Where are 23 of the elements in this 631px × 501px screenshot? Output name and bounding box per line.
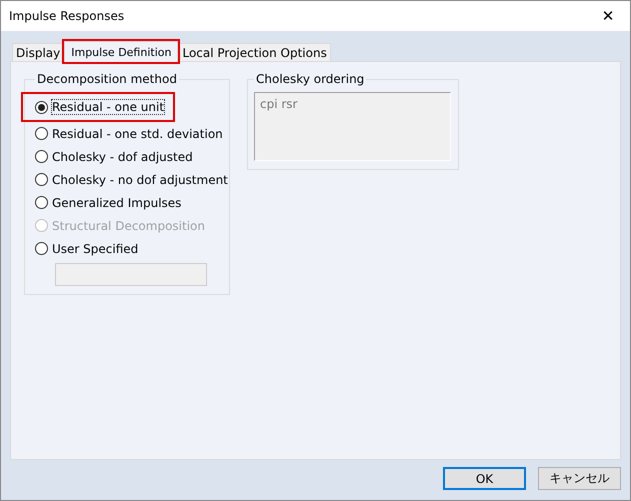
- ordering-field[interactable]: cpi rsr: [254, 92, 451, 161]
- window-title: Impulse Responses: [9, 9, 124, 23]
- ok-button[interactable]: OK: [443, 467, 526, 490]
- group-title: Decomposition method: [36, 72, 178, 86]
- radio-button[interactable]: [35, 196, 48, 209]
- radio-button[interactable]: [35, 127, 48, 140]
- tab[interactable]: Display: [12, 43, 64, 61]
- input-field[interactable]: [55, 263, 207, 286]
- radio-label[interactable]: Generalized Impulses: [51, 194, 182, 210]
- tab[interactable]: Impulse Definition: [64, 41, 178, 62]
- radio-label[interactable]: Cholesky - dof adjusted: [51, 148, 194, 164]
- radio-label[interactable]: Cholesky - no dof adjustment: [51, 172, 229, 188]
- radio-label[interactable]: User Specified: [51, 240, 140, 256]
- radio-label[interactable]: Residual - one std. deviation: [51, 126, 224, 142]
- radio-button[interactable]: [35, 242, 48, 255]
- close-button[interactable]: ✕: [586, 1, 630, 31]
- radio-label[interactable]: Residual - one unit: [51, 99, 166, 115]
- radio-button[interactable]: [35, 150, 48, 163]
- group-title: Cholesky ordering: [255, 72, 366, 86]
- cancel-button[interactable]: キャンセル: [538, 467, 621, 490]
- radio-button[interactable]: [35, 100, 48, 114]
- tab[interactable]: Local Projection Options: [178, 43, 331, 61]
- radio-button[interactable]: [35, 173, 48, 186]
